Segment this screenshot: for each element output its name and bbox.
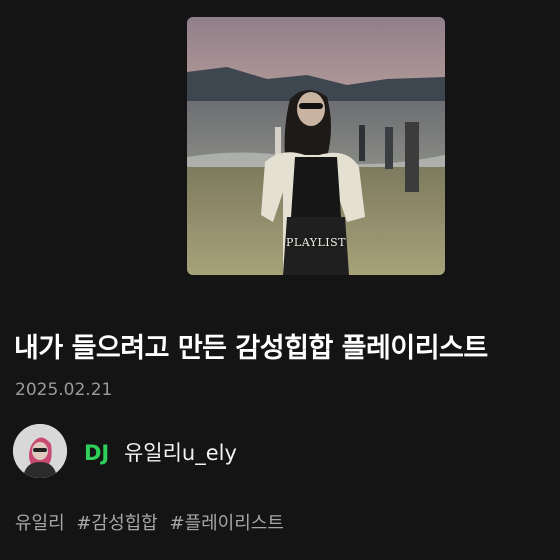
- avatar-image: [13, 424, 67, 478]
- dj-badge: DJ: [84, 441, 110, 465]
- dj-name[interactable]: 유일리u_ely: [124, 441, 237, 465]
- dj-info[interactable]: DJ 유일리u_ely: [84, 437, 237, 467]
- cover-playlist-label: PLAYLIST: [286, 236, 346, 249]
- tag-item[interactable]: #감성힙합: [76, 513, 157, 534]
- playlist-date: 2025.02.21: [15, 380, 113, 400]
- playlist-cover-image[interactable]: PLAYLIST: [187, 17, 445, 275]
- tag-item[interactable]: 유일리: [15, 513, 65, 534]
- playlist-title: 내가 들으려고 만든 감성힙합 플레이리스트: [14, 333, 488, 364]
- tag-item[interactable]: #플레이리스트: [169, 513, 283, 534]
- tag-list: 유일리 #감성힙합 #플레이리스트: [15, 509, 290, 535]
- dj-avatar[interactable]: [13, 424, 67, 478]
